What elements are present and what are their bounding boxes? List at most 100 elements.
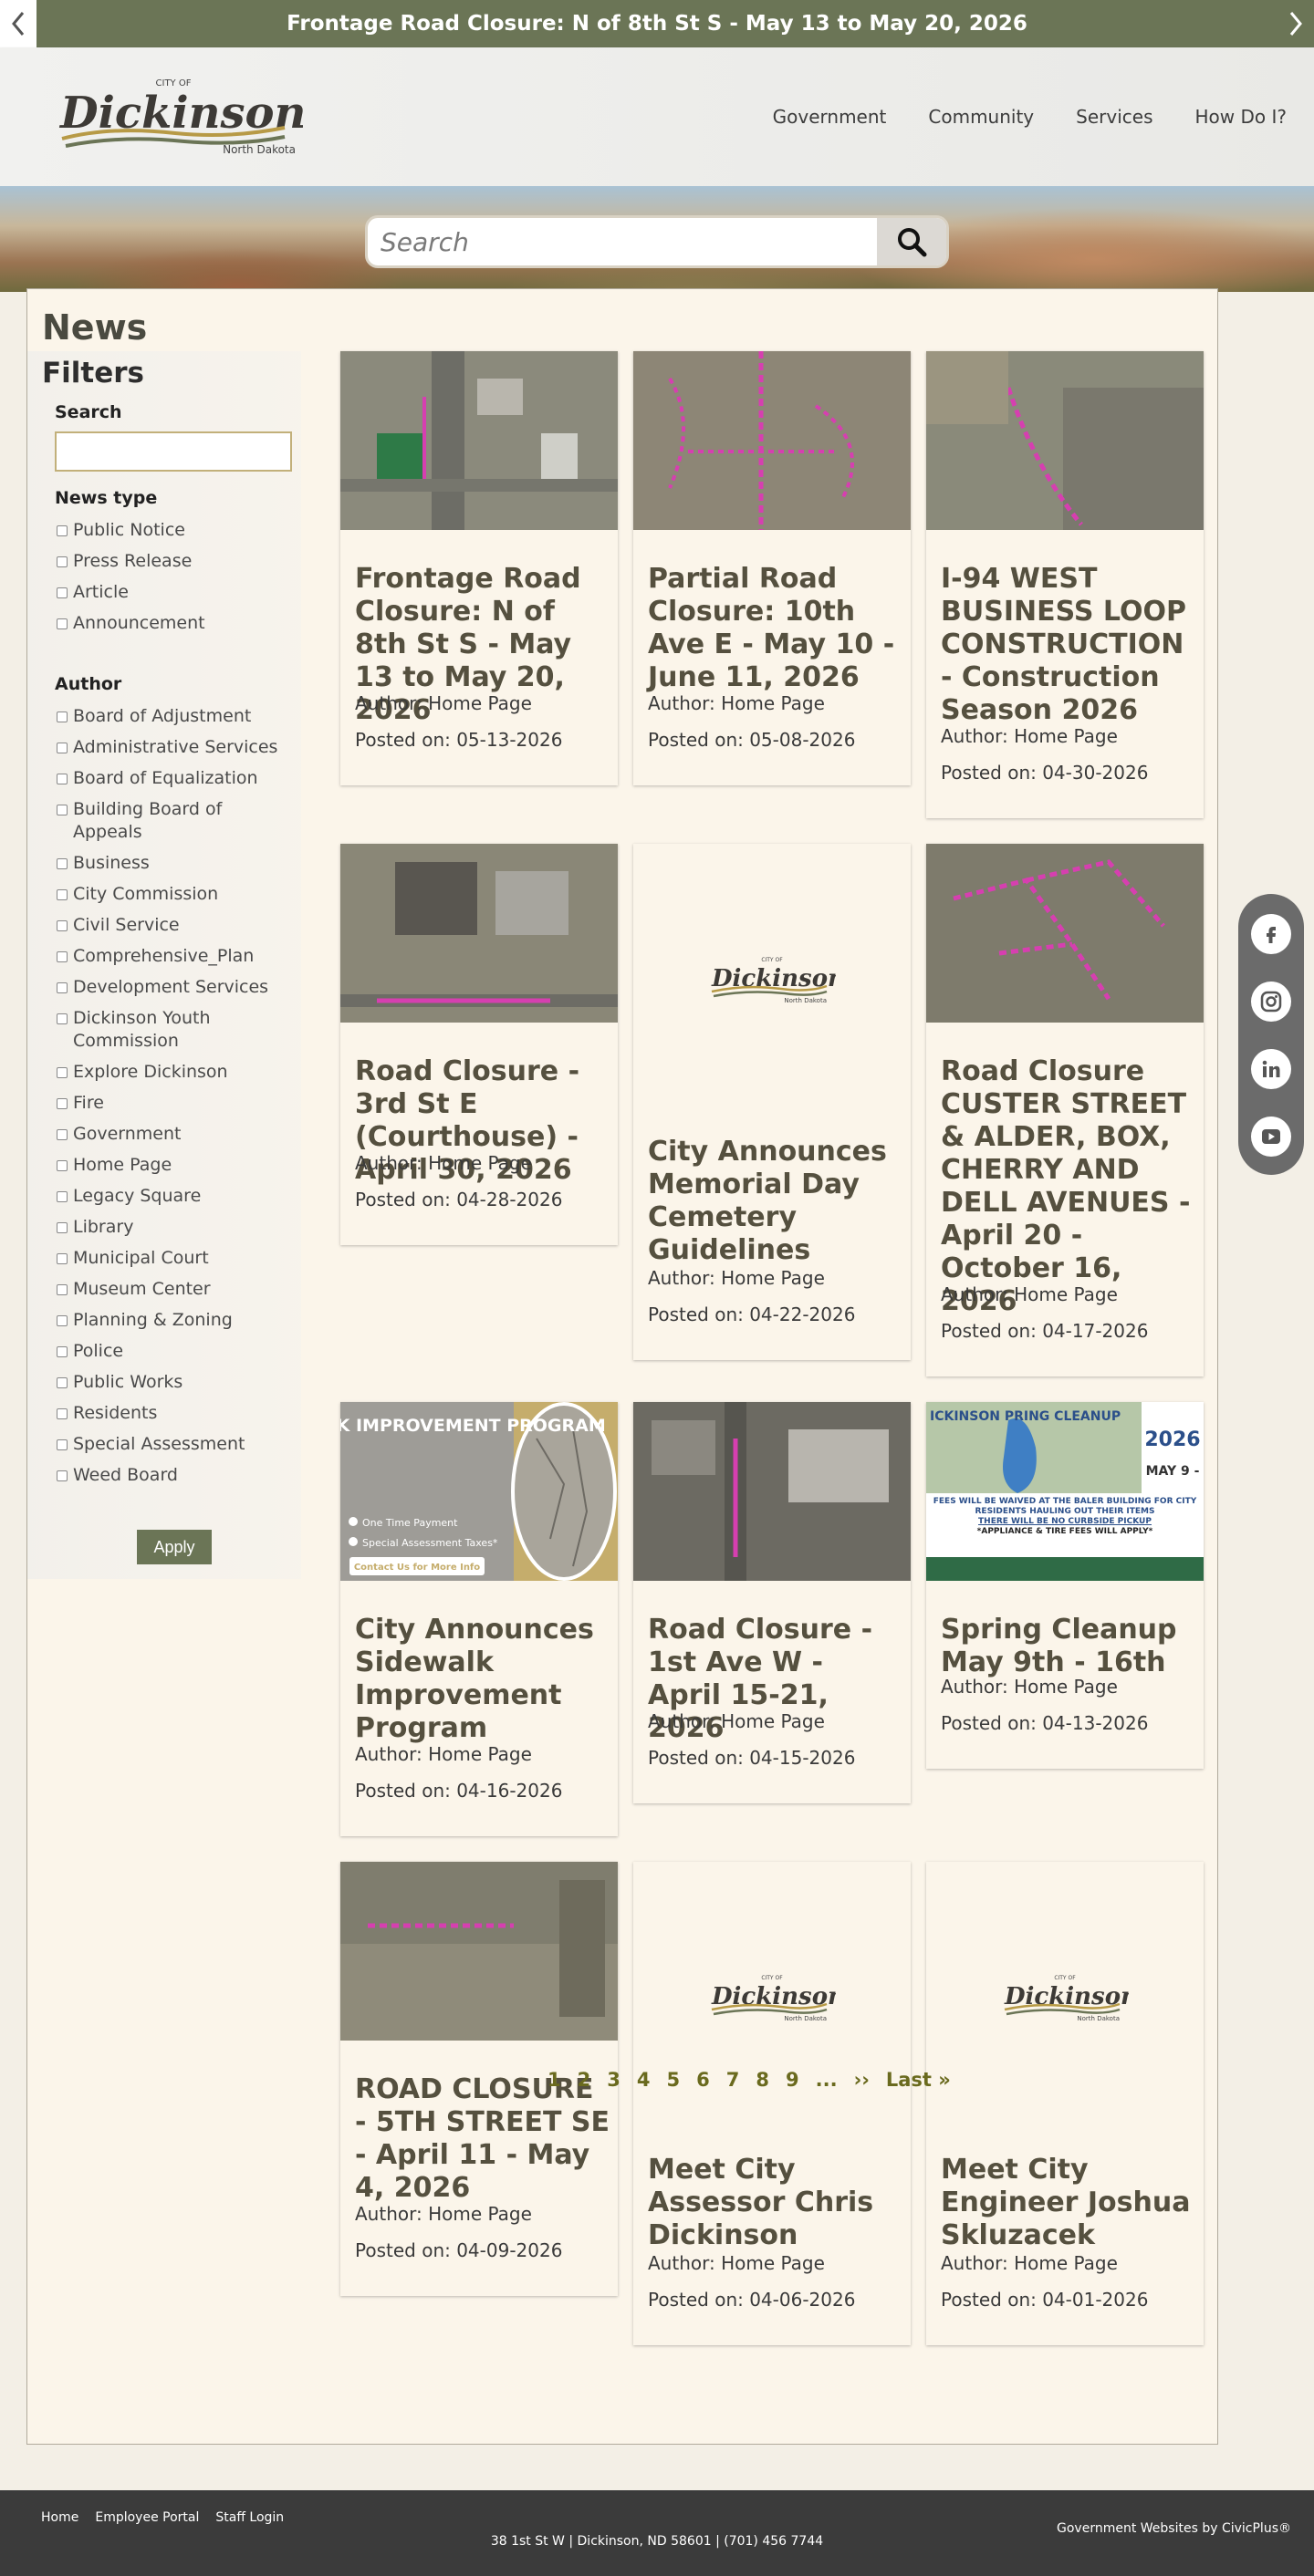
page-ellipsis[interactable]: ... [816,2069,838,2091]
author-option[interactable]: Museum Center [57,1278,294,1301]
site-search-input[interactable] [368,218,879,265]
checkbox[interactable] [57,889,68,900]
author-option[interactable]: Public Works [57,1371,294,1394]
page-link-9[interactable]: 9 [786,2069,799,2091]
checkbox[interactable] [57,1191,68,1202]
author-option[interactable]: Business [57,852,294,875]
checkbox[interactable] [57,1160,68,1171]
author-option[interactable]: Administrative Services [57,736,294,759]
news-type-option[interactable]: Press Release [57,550,294,573]
page-link-1[interactable]: 1 [548,2069,561,2091]
news-card[interactable]: Road Closure - 1st Ave W - April 15-21, … [633,1402,911,1803]
news-card[interactable]: SIDEWALK IMPROVEMENT PROGRAM One Time Pa… [340,1402,618,1836]
author-option[interactable]: Home Page [57,1154,294,1177]
author-option[interactable]: Comprehensive_Plan [57,945,294,968]
news-card[interactable]: CITY OF Dickinson North Dakota Meet City… [926,1862,1204,2345]
checkbox[interactable] [57,1222,68,1233]
page-next[interactable]: ›› [854,2069,870,2091]
author-option[interactable]: Government [57,1123,294,1146]
news-card[interactable]: Road Closure - 3rd St E (Courthouse) - A… [340,844,618,1245]
checkbox[interactable] [57,1315,68,1326]
apply-button[interactable]: Apply [137,1530,212,1564]
author-option[interactable]: Legacy Square [57,1185,294,1208]
card-title[interactable]: City Announces Memorial Day Cemetery Gui… [648,1136,903,1267]
author-option[interactable]: Building Board of Appeals [57,798,294,844]
card-title[interactable]: Meet City Engineer Joshua Skluzacek [941,2154,1196,2252]
card-image[interactable]: SIDEWALK IMPROVEMENT PROGRAM One Time Pa… [340,1402,618,1581]
instagram-icon[interactable] [1251,982,1291,1022]
checkbox[interactable] [57,774,68,784]
checkbox[interactable] [57,920,68,931]
author-option[interactable]: Explore Dickinson [57,1061,294,1084]
author-option[interactable]: Library [57,1216,294,1239]
checkbox[interactable] [57,1013,68,1024]
card-image[interactable]: CITY OF Dickinson North Dakota [926,1862,1204,2135]
card-image[interactable] [926,351,1204,530]
news-card[interactable]: ICKINSON PRING CLEANUP 2026 MAY 9 - FEES… [926,1402,1204,1769]
news-type-option[interactable]: Public Notice [57,519,294,542]
card-image[interactable] [926,844,1204,1023]
checkbox[interactable] [57,712,68,722]
checkbox[interactable] [57,805,68,815]
alert-link[interactable]: Frontage Road Closure: N of 8th St S - M… [36,0,1278,47]
author-option[interactable]: Municipal Court [57,1247,294,1270]
checkbox[interactable] [57,982,68,993]
author-option[interactable]: Development Services [57,976,294,999]
author-option[interactable]: Planning & Zoning [57,1309,294,1332]
nav-how-do-i[interactable]: How Do I? [1195,106,1288,128]
checkbox[interactable] [57,858,68,869]
news-type-option[interactable]: Article [57,581,294,604]
footer-link-employee-portal[interactable]: Employee Portal [95,2510,199,2525]
page-link-8[interactable]: 8 [756,2069,769,2091]
card-title[interactable]: City Announces Sidewalk Improvement Prog… [355,1614,610,1745]
news-card[interactable]: Road Closure CUSTER STREET & ALDER, BOX,… [926,844,1204,1376]
page-link-4[interactable]: 4 [637,2069,651,2091]
footer-link-staff-login[interactable]: Staff Login [215,2510,284,2525]
facebook-icon[interactable] [1251,914,1291,954]
alert-prev-button[interactable] [0,0,36,47]
card-image[interactable]: CITY OF Dickinson North Dakota [633,844,911,1117]
card-image[interactable] [340,351,618,530]
news-card[interactable]: Partial Road Closure: 10th Ave E - May 1… [633,351,911,785]
nav-government[interactable]: Government [773,106,887,128]
checkbox[interactable] [57,587,68,598]
checkbox[interactable] [57,1253,68,1264]
author-option[interactable]: Civil Service [57,914,294,937]
page-link-6[interactable]: 6 [696,2069,710,2091]
author-option[interactable]: Board of Equalization [57,767,294,790]
checkbox[interactable] [57,1408,68,1419]
card-image[interactable] [340,844,618,1023]
checkbox[interactable] [57,1470,68,1481]
checkbox[interactable] [57,618,68,629]
author-option[interactable]: Dickinson Youth Commission [57,1007,294,1053]
footer-credit[interactable]: Government Websites by CivicPlus® [1057,2521,1291,2536]
linkedin-icon[interactable] [1251,1049,1291,1089]
checkbox[interactable] [57,556,68,567]
youtube-icon[interactable] [1251,1117,1291,1157]
checkbox[interactable] [57,1377,68,1388]
footer-link-home[interactable]: Home [41,2510,78,2525]
author-option[interactable]: Police [57,1340,294,1363]
checkbox[interactable] [57,1284,68,1295]
page-link-3[interactable]: 3 [607,2069,620,2091]
card-title[interactable]: I-94 WEST BUSINESS LOOP CONSTRUCTION - C… [941,563,1196,727]
checkbox[interactable] [57,1067,68,1078]
page-link-2[interactable]: 2 [578,2069,591,2091]
site-search-button[interactable] [877,218,946,265]
card-image[interactable]: ICKINSON PRING CLEANUP 2026 MAY 9 - FEES… [926,1402,1204,1581]
author-option[interactable]: City Commission [57,883,294,906]
card-title[interactable]: Spring Cleanup May 9th - 16th [941,1614,1196,1679]
author-option[interactable]: Weed Board [57,1464,294,1487]
news-card[interactable]: CITY OF Dickinson North Dakota Meet City… [633,1862,911,2345]
card-title[interactable]: Partial Road Closure: 10th Ave E - May 1… [648,563,903,694]
checkbox[interactable] [57,1098,68,1109]
page-link-7[interactable]: 7 [726,2069,740,2091]
nav-services[interactable]: Services [1076,106,1152,128]
author-option[interactable]: Board of Adjustment [57,705,294,728]
card-title[interactable]: Road Closure CUSTER STREET & ALDER, BOX,… [941,1055,1196,1318]
author-option[interactable]: Fire [57,1092,294,1115]
card-image[interactable] [633,351,911,530]
news-card[interactable]: CITY OF Dickinson North Dakota City Anno… [633,844,911,1360]
checkbox[interactable] [57,1129,68,1140]
page-link-5[interactable]: 5 [667,2069,681,2091]
